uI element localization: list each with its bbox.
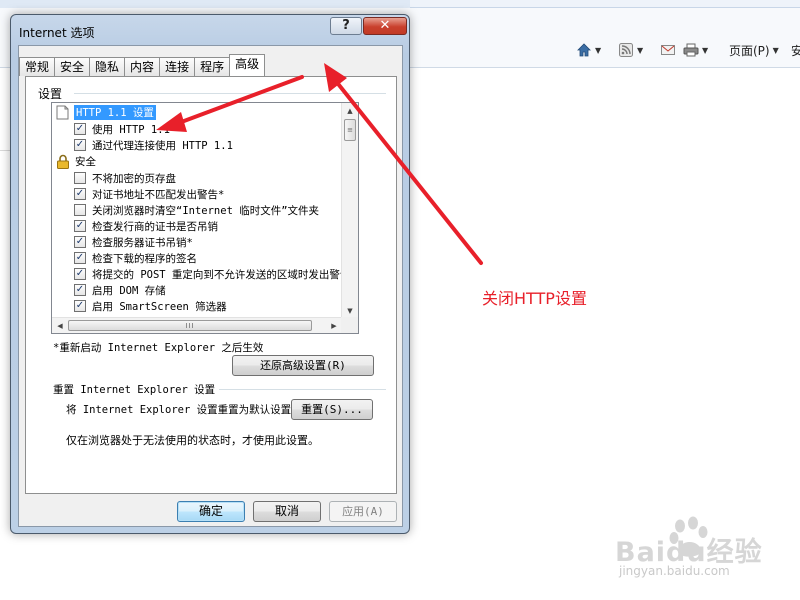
browser-tab-line xyxy=(410,0,800,8)
lock-icon xyxy=(57,154,69,169)
checkbox[interactable]: ✓ xyxy=(74,284,86,296)
settings-category-http11[interactable]: HTTP 1.1 设置 xyxy=(56,104,156,120)
mail-icon xyxy=(660,42,676,58)
checkbox[interactable]: ✓ xyxy=(74,268,86,280)
tab-security[interactable]: 安全 xyxy=(54,57,91,76)
checkbox[interactable]: ✓ xyxy=(74,236,86,248)
horizontal-scrollbar[interactable]: ◀ III ▶ xyxy=(52,317,343,333)
settings-items: HTTP 1.1 设置 ✓ 使用 HTTP 1.1 ✓ 通过代理连接使用 HTT… xyxy=(52,103,350,319)
checkbox[interactable]: ✓ xyxy=(74,300,86,312)
close-button[interactable]: ✕ xyxy=(363,17,407,35)
chevron-down-icon[interactable]: ▼ xyxy=(595,46,601,55)
checkbox[interactable]: ✓ xyxy=(74,139,86,151)
safety-menu[interactable]: 安 xyxy=(791,40,800,60)
baidu-jingyan-watermark: Baidu经验 jingyan.baidu.com xyxy=(615,516,790,588)
divider xyxy=(74,93,386,94)
checkbox[interactable] xyxy=(74,172,86,184)
setting-no-save-encrypted[interactable]: 不将加密的页存盘 xyxy=(74,170,176,186)
mail-button[interactable] xyxy=(660,40,676,60)
divider xyxy=(206,389,386,390)
list-item-label: 通过代理连接使用 HTTP 1.1 xyxy=(92,139,233,152)
checkbox[interactable]: ✓ xyxy=(74,123,86,135)
scroll-right-icon[interactable]: ▶ xyxy=(326,318,342,333)
checkbox[interactable]: ✓ xyxy=(74,220,86,232)
tab-advanced[interactable]: 高级 xyxy=(229,54,266,76)
tab-bar: 常规 安全 隐私 内容 连接 程序 高级 xyxy=(19,54,266,76)
home-button[interactable]: ▼ xyxy=(576,40,601,60)
reset-hint: 仅在浏览器处于无法使用的状态时，才使用此设置。 xyxy=(66,434,319,447)
tab-connections[interactable]: 连接 xyxy=(159,57,196,76)
setting-empty-temp[interactable]: 关闭浏览器时清空“Internet 临时文件”文件夹 xyxy=(74,202,319,218)
setting-smartscreen[interactable]: ✓ 启用 SmartScreen 筛选器 xyxy=(74,298,227,314)
restart-note: *重新启动 Internet Explorer 之后生效 xyxy=(53,342,264,354)
advanced-tab-panel: 设置 HTTP 1.1 设置 ✓ 使用 HTTP 1.1 ✓ 通过代理连接使用 … xyxy=(25,76,397,494)
checkbox[interactable]: ✓ xyxy=(74,188,86,200)
list-item-label: 对证书地址不匹配发出警告* xyxy=(92,188,225,201)
scrollbar-corner xyxy=(341,317,358,333)
list-item-label: 检查发行商的证书是否吊销 xyxy=(92,220,218,233)
browser-tab-strip xyxy=(0,0,800,8)
list-item-label: HTTP 1.1 设置 xyxy=(74,104,156,120)
setting-dom-storage[interactable]: ✓ 启用 DOM 存储 xyxy=(74,282,166,298)
list-item-label: 安全 xyxy=(75,155,96,168)
list-item-label: 启用 DOM 存储 xyxy=(92,284,166,297)
chevron-down-icon[interactable]: ▼ xyxy=(637,46,643,55)
watermark-url: jingyan.baidu.com xyxy=(619,564,730,578)
ok-button[interactable]: 确定 xyxy=(177,501,245,522)
settings-category-security[interactable]: 安全 xyxy=(56,153,96,169)
list-item-label: 将提交的 POST 重定向到不允许发送的区域时发出警告 xyxy=(92,268,351,281)
settings-list[interactable]: HTTP 1.1 设置 ✓ 使用 HTTP 1.1 ✓ 通过代理连接使用 HTT… xyxy=(51,102,359,334)
page-menu-label: 页面(P) xyxy=(729,43,770,58)
print-icon xyxy=(683,42,699,58)
rss-icon xyxy=(618,42,634,58)
list-item-label: 关闭浏览器时清空“Internet 临时文件”文件夹 xyxy=(92,204,320,217)
home-icon xyxy=(576,42,592,58)
settings-group-label: 设置 xyxy=(38,85,67,102)
dialog-title: Internet 选项 xyxy=(19,26,95,40)
chevron-down-icon[interactable]: ▼ xyxy=(773,46,779,55)
tab-programs[interactable]: 程序 xyxy=(194,57,231,76)
list-item-label: 使用 HTTP 1.1 xyxy=(92,123,170,136)
vertical-scrollbar[interactable]: ▲ ≡ ▼ xyxy=(341,103,358,319)
help-button[interactable]: ? xyxy=(330,17,362,35)
apply-button[interactable]: 应用(A) xyxy=(329,501,397,522)
list-item-label: 不将加密的页存盘 xyxy=(92,172,176,185)
setting-cert-mismatch[interactable]: ✓ 对证书地址不匹配发出警告* xyxy=(74,186,224,202)
page-menu[interactable]: 页面(P) ▼ xyxy=(729,40,779,60)
scroll-up-icon[interactable]: ▲ xyxy=(342,103,358,119)
reset-description: 将 Internet Explorer 设置重置为默认设置。 xyxy=(66,404,302,416)
reset-group-title: 重置 Internet Explorer 设置 xyxy=(53,382,220,397)
setting-http11-proxy[interactable]: ✓ 通过代理连接使用 HTTP 1.1 xyxy=(74,137,233,153)
tab-general[interactable]: 常规 xyxy=(19,57,56,76)
restore-advanced-settings-button[interactable]: 还原高级设置(R) xyxy=(232,355,374,376)
tab-content[interactable]: 内容 xyxy=(124,57,161,76)
scroll-left-icon[interactable]: ◀ xyxy=(52,318,68,333)
annotation-text: 关闭HTTP设置 xyxy=(482,289,587,308)
setting-publisher-revocation[interactable]: ✓ 检查发行商的证书是否吊销 xyxy=(74,218,218,234)
print-button[interactable]: ▼ xyxy=(683,40,708,60)
setting-download-signatures[interactable]: ✓ 检查下载的程序的签名 xyxy=(74,250,197,266)
internet-options-dialog: Internet 选项 ? ✕ 常规 安全 隐私 内容 连接 程序 高级 设置 … xyxy=(10,14,410,534)
list-item-label: 检查服务器证书吊销* xyxy=(92,236,193,249)
scroll-thumb[interactable]: ≡ xyxy=(344,119,356,141)
chevron-down-icon[interactable]: ▼ xyxy=(702,46,708,55)
checkbox[interactable] xyxy=(74,204,86,216)
safety-menu-label: 安 xyxy=(791,43,800,58)
setting-server-revocation[interactable]: ✓ 检查服务器证书吊销* xyxy=(74,234,193,250)
list-item-label: 启用 SmartScreen 筛选器 xyxy=(92,300,227,313)
checkbox[interactable]: ✓ xyxy=(74,252,86,264)
feeds-button[interactable]: ▼ xyxy=(618,40,643,60)
cancel-button[interactable]: 取消 xyxy=(253,501,321,522)
setting-use-http11[interactable]: ✓ 使用 HTTP 1.1 xyxy=(74,121,170,137)
reset-button[interactable]: 重置(S)... xyxy=(291,399,373,420)
tab-privacy[interactable]: 隐私 xyxy=(89,57,126,76)
page-icon xyxy=(56,105,69,119)
setting-post-redirect[interactable]: ✓ 将提交的 POST 重定向到不允许发送的区域时发出警告 xyxy=(74,266,350,282)
list-item-label: 检查下载的程序的签名 xyxy=(92,252,197,265)
scroll-thumb[interactable]: III xyxy=(68,320,312,331)
